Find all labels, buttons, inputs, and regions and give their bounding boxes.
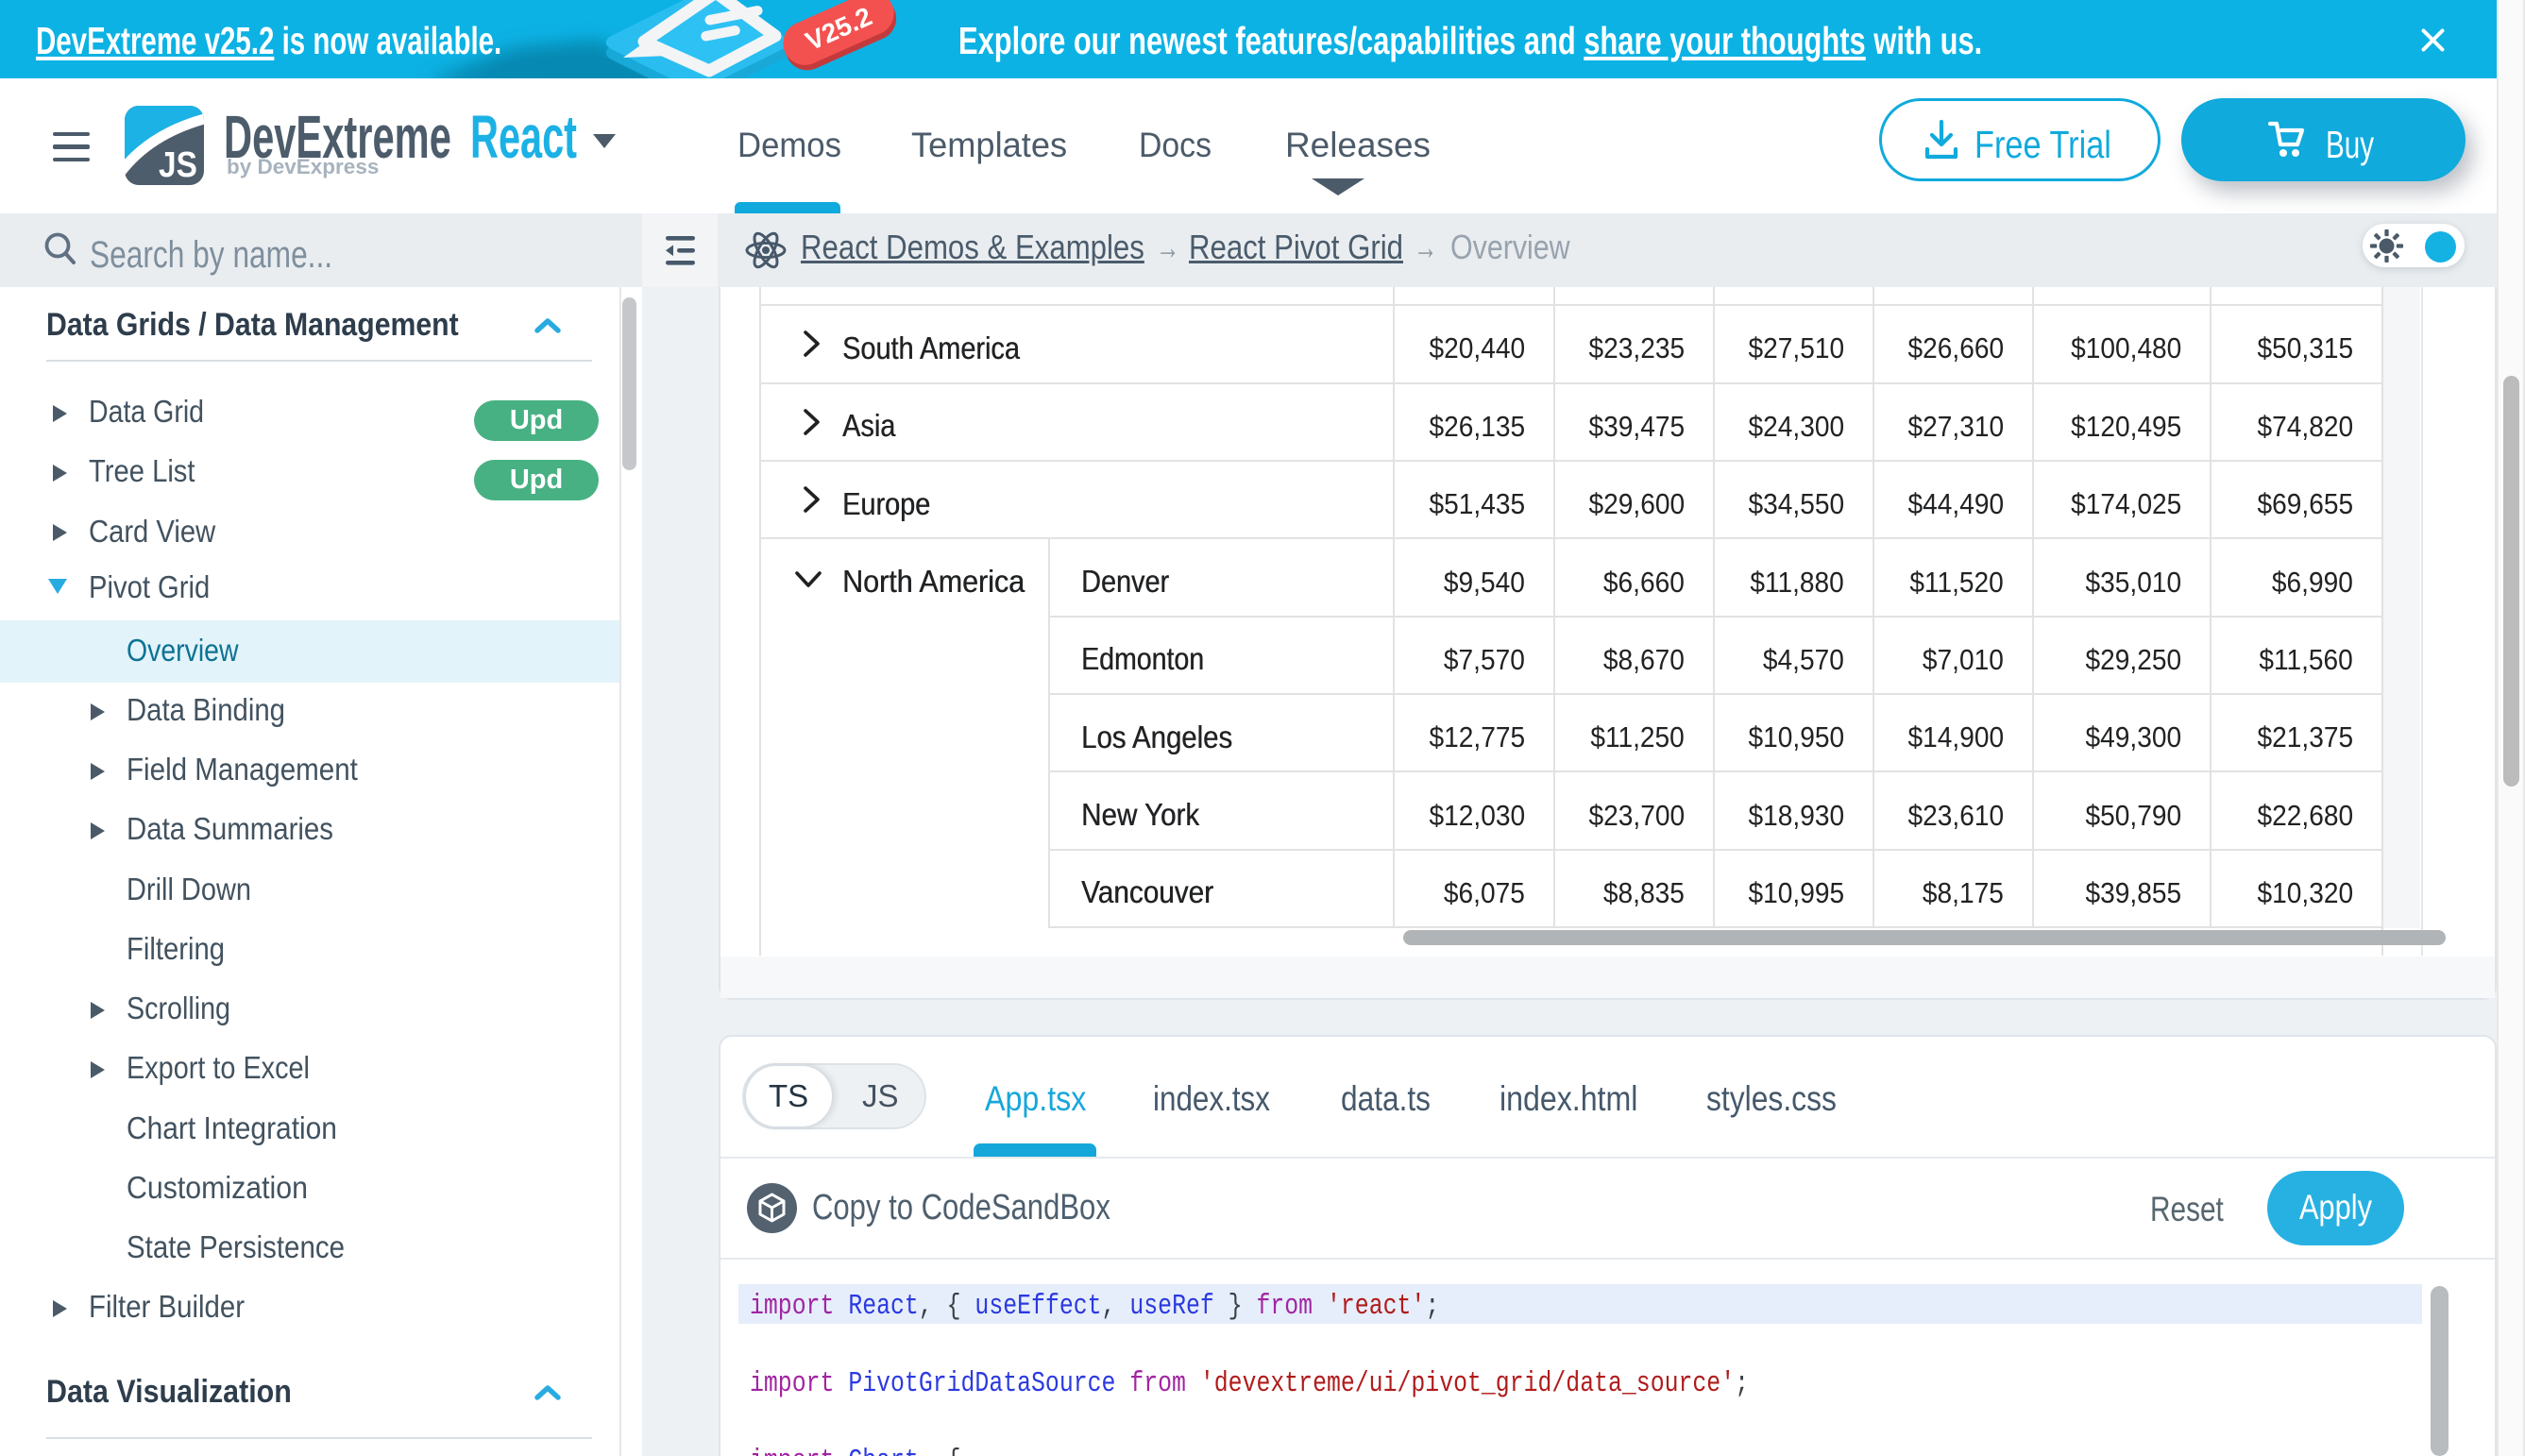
svg-text:JS: JS [159, 144, 197, 184]
